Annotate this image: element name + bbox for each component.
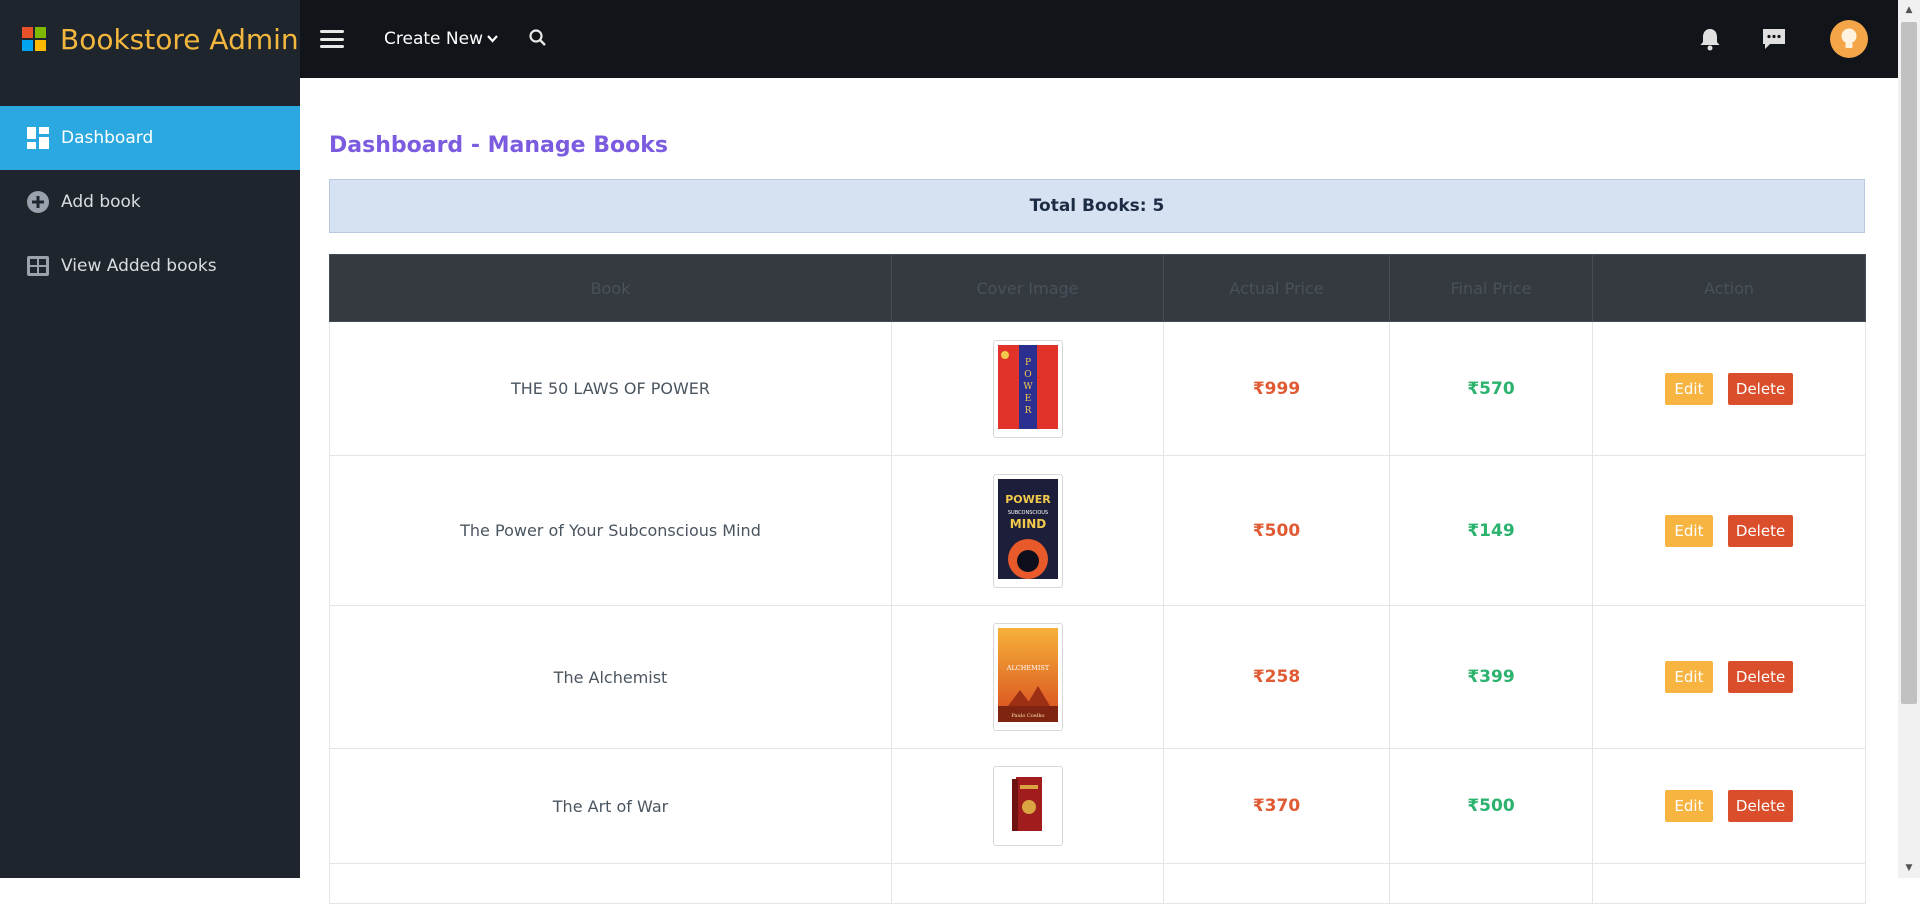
sidebar-nav: Dashboard Add book View Added books <box>0 106 300 298</box>
book-title: The Alchemist <box>329 605 892 749</box>
delete-button[interactable]: Delete <box>1728 514 1794 547</box>
scroll-thumb[interactable] <box>1901 22 1917 704</box>
delete-button[interactable]: Delete <box>1728 372 1794 405</box>
sidebar-item-label: View Added books <box>61 256 217 276</box>
sidebar: Bookstore Admin Dashboard Add book View … <box>0 0 300 878</box>
action-cell: Edit Delete <box>1592 321 1866 456</box>
create-new-dropdown[interactable]: Create New <box>384 29 498 49</box>
svg-text:SUBCONSCIOUS: SUBCONSCIOUS <box>1007 510 1047 516</box>
cover-cell <box>891 748 1164 864</box>
cover-cell: ALCHEMIST Paulo Coelho <box>891 605 1164 749</box>
actual-price-cell: ₹370 <box>1163 748 1390 864</box>
sidebar-item-add-book[interactable]: Add book <box>0 170 300 234</box>
total-books-banner: Total Books: 5 <box>329 179 1865 233</box>
actual-price: ₹999 <box>1252 378 1301 399</box>
final-price: ₹500 <box>1467 796 1515 816</box>
menu-icon[interactable] <box>320 30 344 48</box>
svg-text:MIND: MIND <box>1009 517 1045 531</box>
svg-text:Paulo Coelho: Paulo Coelho <box>1011 713 1044 719</box>
topbar-actions <box>1662 20 1868 58</box>
actual-price-cell: ₹500 <box>1163 455 1390 606</box>
final-price-cell: ₹500 <box>1389 748 1593 864</box>
books-table: Book Cover Image Actual Price Final Pric… <box>329 254 1866 904</box>
delete-button[interactable]: Delete <box>1728 661 1794 693</box>
top-navbar: Create New <box>300 0 1898 78</box>
svg-text:P: P <box>1024 358 1030 368</box>
column-header-cover-image: Cover Image <box>891 254 1164 322</box>
table-header-row: Book Cover Image Actual Price Final Pric… <box>329 254 1866 322</box>
sidebar-item-label: Dashboard <box>61 128 154 148</box>
book-cover-image: ALCHEMIST Paulo Coelho <box>992 623 1063 731</box>
chevron-down-icon <box>487 32 498 46</box>
table-row: The Art of War ₹370 ₹500 Edit Delete <box>329 748 1866 864</box>
avatar[interactable] <box>1830 20 1868 58</box>
brand-title: Bookstore Admin <box>60 22 299 56</box>
cover-cell: P O W E R <box>891 321 1164 456</box>
book-title: The Art of War <box>329 748 892 864</box>
column-header-book: Book <box>329 254 892 322</box>
scroll-up-arrow-icon[interactable]: ▲ <box>1898 0 1920 20</box>
svg-text:E: E <box>1024 394 1031 404</box>
svg-text:ALCHEMIST: ALCHEMIST <box>1005 664 1049 672</box>
table-row <box>329 863 1866 904</box>
table-row: The Alchemist ALCHEMIST Paulo Coelho ₹25… <box>329 605 1866 749</box>
book-cover-image <box>992 766 1063 846</box>
edit-button[interactable]: Edit <box>1664 790 1713 822</box>
brand[interactable]: Bookstore Admin <box>0 0 300 78</box>
plus-circle-icon <box>26 190 50 214</box>
actual-price: ₹500 <box>1252 520 1301 541</box>
action-cell: Edit Delete <box>1592 748 1866 864</box>
final-price-cell: ₹399 <box>1389 605 1593 749</box>
book-title: The Power of Your Subconscious Mind <box>329 455 892 606</box>
final-price: ₹399 <box>1467 667 1515 687</box>
book-title: THE 50 LAWS OF POWER <box>329 321 892 456</box>
chat-icon[interactable] <box>1758 23 1790 55</box>
main-content: Dashboard - Manage Books Total Books: 5 … <box>300 78 1898 904</box>
sidebar-item-label: Add book <box>61 192 141 212</box>
column-header-action: Action <box>1592 254 1866 322</box>
svg-text:POWER: POWER <box>1005 493 1051 506</box>
edit-button[interactable]: Edit <box>1664 514 1713 547</box>
edit-button[interactable]: Edit <box>1664 661 1713 693</box>
final-price-cell: ₹570 <box>1389 321 1593 456</box>
svg-text:R: R <box>1024 406 1031 416</box>
final-price: ₹570 <box>1467 378 1515 399</box>
page-title: Dashboard - Manage Books <box>329 133 668 158</box>
book-cover-image: POWER SUBCONSCIOUS MIND <box>992 473 1063 588</box>
final-price-cell: ₹149 <box>1389 455 1593 606</box>
total-books-count: Total Books: 5 <box>1029 196 1165 216</box>
table-row: The Power of Your Subconscious Mind POWE… <box>329 455 1866 606</box>
actual-price: ₹258 <box>1252 667 1301 687</box>
delete-button[interactable]: Delete <box>1728 790 1794 822</box>
table-icon <box>26 254 50 278</box>
edit-button[interactable]: Edit <box>1664 372 1713 405</box>
svg-text:O: O <box>1024 370 1031 380</box>
scroll-down-arrow-icon[interactable]: ▼ <box>1898 858 1920 878</box>
column-header-actual-price: Actual Price <box>1163 254 1390 322</box>
action-cell: Edit Delete <box>1592 605 1866 749</box>
actual-price-cell: ₹258 <box>1163 605 1390 749</box>
action-cell: Edit Delete <box>1592 455 1866 606</box>
create-new-label: Create New <box>384 29 483 49</box>
actual-price-cell: ₹999 <box>1163 321 1390 456</box>
bell-icon[interactable] <box>1694 23 1726 55</box>
brand-logo-icon <box>22 27 46 51</box>
svg-text:W: W <box>1023 382 1033 392</box>
book-cover-image: P O W E R <box>992 339 1063 438</box>
sidebar-item-view-added-books[interactable]: View Added books <box>0 234 300 298</box>
dashboard-icon <box>26 126 50 150</box>
final-price: ₹149 <box>1467 520 1515 541</box>
actual-price: ₹370 <box>1252 796 1301 816</box>
table-row: THE 50 LAWS OF POWER P O W E R ₹999 ₹570… <box>329 321 1866 456</box>
vertical-scrollbar[interactable]: ▲ ▼ <box>1898 0 1920 878</box>
column-header-final-price: Final Price <box>1389 254 1593 322</box>
cover-cell: POWER SUBCONSCIOUS MIND <box>891 455 1164 606</box>
sidebar-item-dashboard[interactable]: Dashboard <box>0 106 300 170</box>
search-icon[interactable] <box>528 28 550 50</box>
